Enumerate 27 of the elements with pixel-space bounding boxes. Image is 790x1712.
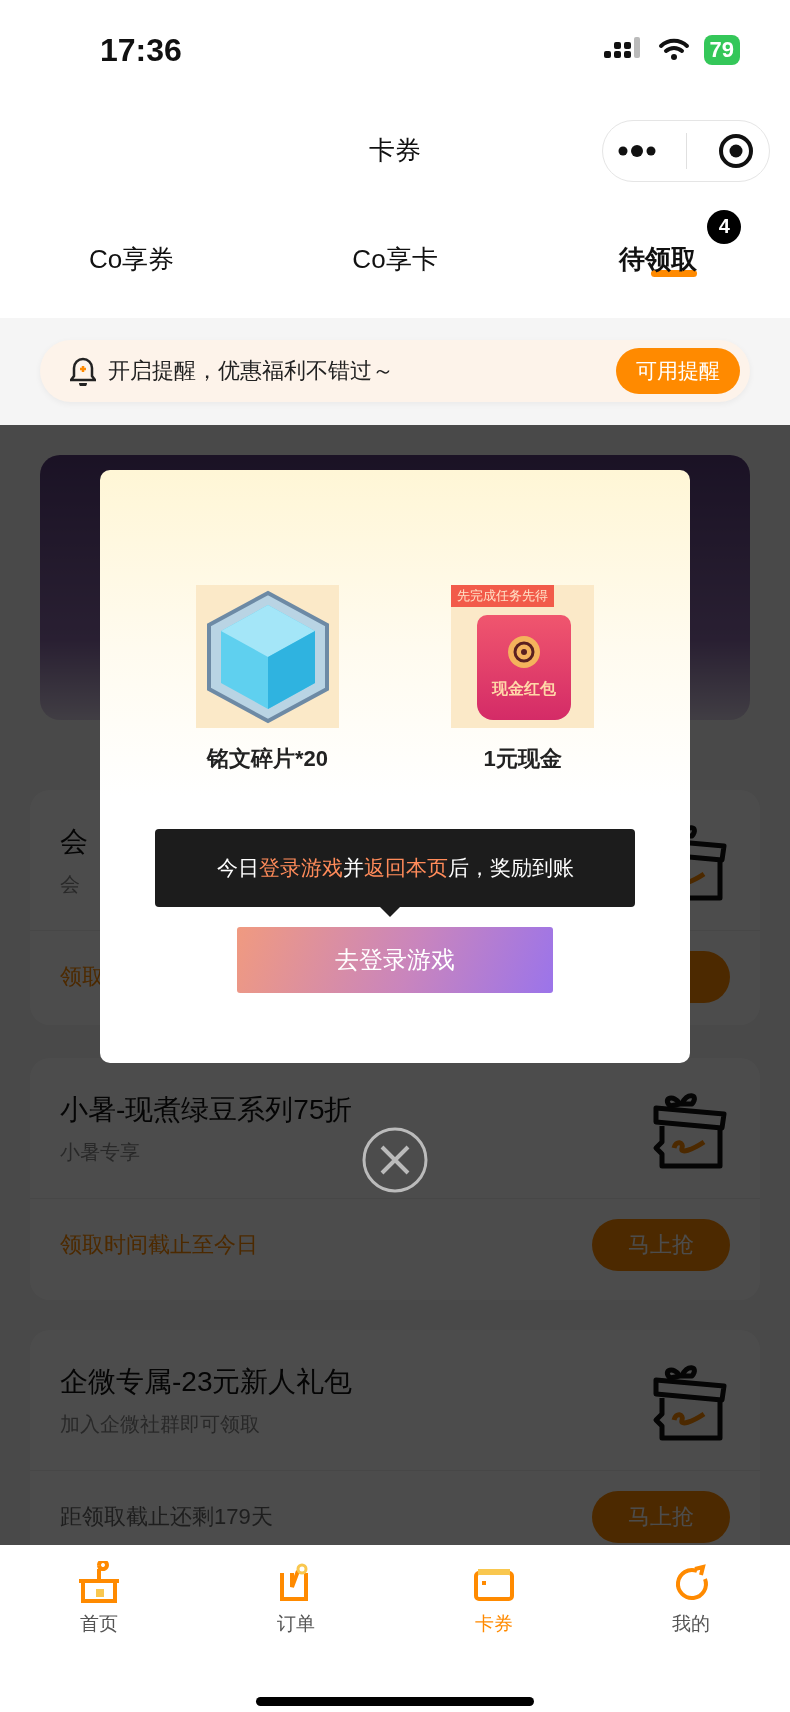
coupon-deadline: 领取时间截止至今日 [60,1231,259,1259]
nav-item[interactable]: 首页 [0,1561,198,1637]
coupon-title: 小暑-现煮绿豆系列75折 [60,1092,353,1127]
nav-item[interactable]: 我的 [592,1561,790,1637]
tab[interactable]: Co享卡 [263,200,527,318]
more-icon[interactable] [618,145,657,157]
wifi-icon [657,38,690,62]
bell-icon [70,356,96,386]
count-badge: 4 [707,209,742,244]
battery-indicator: 79 [703,35,740,65]
page-title: 卡券 [369,133,421,167]
ribbon-label: 先完成任务先得 [451,585,554,607]
status-time: 17:36 [100,31,182,69]
tooltip-pointer-icon [380,907,400,917]
coin-icon [507,635,541,669]
coupon-title: 企微专属-23元新人礼包 [60,1364,353,1399]
packet-label: 现金红包 [492,679,556,699]
close-icon[interactable] [362,1127,428,1193]
reward-label: 铭文碎片*20 [206,745,328,773]
tab[interactable]: 待领取 4 [526,200,790,318]
tab[interactable]: Co享券 [0,200,264,318]
coupon-title: 会 [60,824,88,859]
hint-tooltip: 今日登录游戏并返回本页后，奖励到账 [155,829,635,907]
reward-label: 1元现金 [483,745,562,773]
target-icon[interactable] [717,133,754,169]
nav-item[interactable]: 订单 [197,1561,395,1637]
reminder-text: 开启提醒，优惠福利不错过～ [108,357,395,385]
